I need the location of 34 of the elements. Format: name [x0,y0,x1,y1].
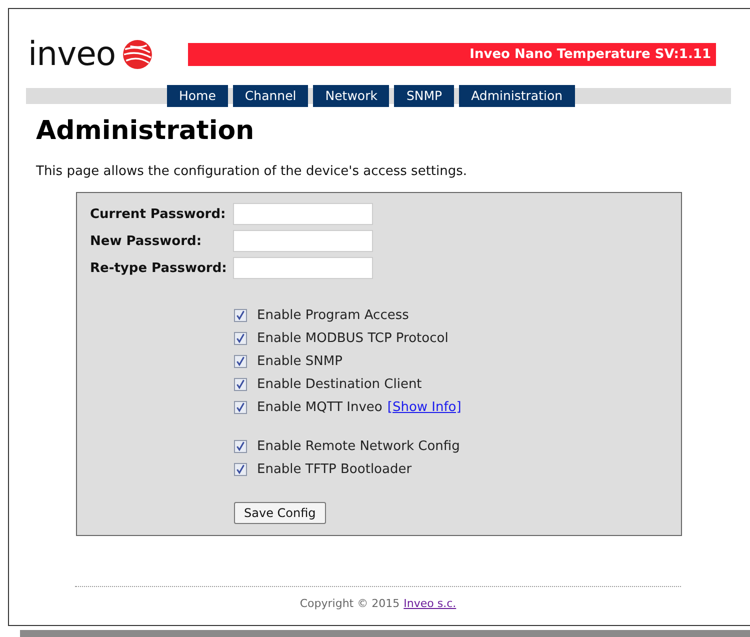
page-description: This page allows the configuration of the device's access settings. [36,164,468,179]
checkbox[interactable] [234,440,247,453]
checkbox[interactable] [234,332,247,345]
checkbox[interactable] [234,355,247,368]
save-button[interactable]: Save Config [234,502,326,524]
option-label: Enable MODBUS TCP Protocol [257,331,448,346]
nav-tab[interactable]: Channel [232,85,308,107]
nav-tab[interactable]: Network [313,85,390,107]
option-label: Enable Remote Network Config [257,439,460,454]
page-heading: Administration [36,116,256,146]
option-label: Enable SNMP [257,354,342,369]
banner-title: Inveo Nano Temperature SV:1.11 [188,42,716,66]
checkbox[interactable] [234,309,247,322]
option-label: Enable TFTP Bootloader [257,462,412,477]
password-field[interactable] [233,257,373,279]
password-field[interactable] [233,230,373,252]
field-label: Current Password: [90,206,227,222]
field-label: Re-type Password: [90,260,228,276]
checkbox[interactable] [234,401,247,414]
option-label: Enable MQTT Inveo [257,400,382,415]
checkbox[interactable] [234,378,247,391]
show-info-link[interactable]: [Show Info] [387,400,462,415]
nav-tab[interactable]: Home [167,85,228,107]
nav-tab[interactable]: Administration [459,85,575,107]
nav-tab[interactable]: SNMP [394,85,454,107]
logo-text: inveo [28,37,116,71]
company-link[interactable]: Inveo s.c. [404,597,456,610]
option-label: Enable Program Access [257,308,409,323]
copyright-text: Copyright © 2015 [300,597,400,610]
password-field[interactable] [233,203,373,225]
checkbox[interactable] [234,463,247,476]
globe-icon [122,38,153,70]
option-label: Enable Destination Client [257,377,422,392]
field-label: New Password: [90,234,203,248]
